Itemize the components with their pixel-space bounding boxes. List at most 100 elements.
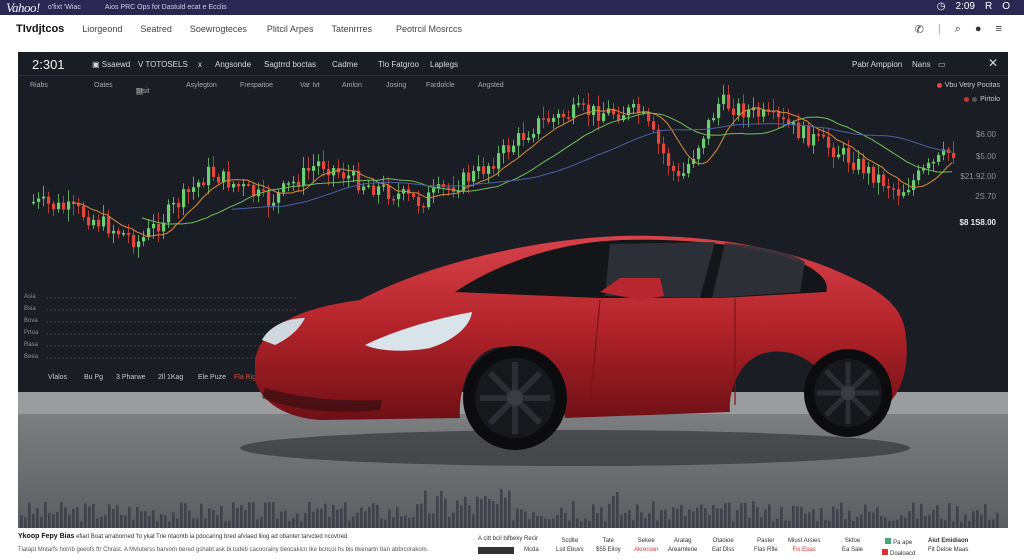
top-link[interactable]: Aios PRC Ops fot Dastuld ecat e Ecclis — [105, 4, 227, 11]
candle[interactable] — [952, 152, 956, 159]
candle[interactable] — [837, 154, 841, 158]
candle[interactable] — [532, 133, 536, 138]
top-letter[interactable]: O — [1002, 1, 1010, 12]
candle[interactable] — [312, 166, 316, 171]
candle[interactable] — [497, 153, 501, 169]
candle[interactable] — [847, 148, 851, 163]
candle[interactable] — [812, 134, 816, 146]
candle[interactable] — [872, 166, 876, 183]
candle[interactable] — [842, 148, 846, 155]
candle[interactable] — [472, 170, 476, 182]
candle[interactable] — [187, 189, 191, 192]
candle[interactable] — [122, 233, 126, 235]
candle[interactable] — [882, 174, 886, 187]
candle[interactable] — [722, 94, 726, 104]
indicator-label[interactable]: 2ll 1Kag — [158, 374, 183, 381]
candle[interactable] — [857, 158, 861, 170]
candle[interactable] — [897, 189, 901, 196]
candle[interactable] — [852, 162, 856, 170]
candle[interactable] — [542, 118, 546, 120]
nav-item[interactable]: Plitcil Arpes — [267, 24, 314, 34]
candle[interactable] — [102, 216, 106, 227]
candle[interactable] — [832, 147, 836, 158]
candle[interactable] — [287, 183, 291, 185]
candle[interactable] — [297, 181, 301, 187]
candle[interactable] — [747, 110, 751, 118]
candle[interactable] — [182, 189, 186, 208]
indicator-label[interactable]: Ele Puze — [198, 374, 226, 381]
candle[interactable] — [137, 241, 141, 248]
candle[interactable] — [222, 171, 226, 183]
candle[interactable] — [742, 103, 746, 118]
candle[interactable] — [417, 196, 421, 207]
candle[interactable] — [247, 184, 251, 186]
candle[interactable] — [467, 172, 471, 182]
candle[interactable] — [142, 237, 146, 242]
candle[interactable] — [727, 94, 731, 109]
candle[interactable] — [82, 206, 86, 218]
candle[interactable] — [487, 166, 491, 174]
footer-col[interactable]: Tate $55 Eiloy — [596, 538, 621, 553]
candle[interactable] — [412, 193, 416, 197]
candle[interactable] — [172, 202, 176, 205]
candle[interactable] — [87, 217, 91, 226]
candle[interactable] — [342, 172, 346, 179]
candle[interactable] — [602, 113, 606, 121]
candle[interactable] — [672, 165, 676, 171]
footer-col[interactable]: Scdlte Lsit Ebuvs — [556, 538, 584, 553]
candle[interactable] — [517, 133, 521, 146]
footer-col[interactable]: Skfoe Ea Sale — [842, 538, 863, 553]
candle[interactable] — [597, 106, 601, 121]
candle[interactable] — [317, 161, 321, 167]
candle[interactable] — [902, 192, 906, 196]
candle[interactable] — [307, 167, 311, 171]
candle[interactable] — [62, 202, 66, 210]
candle[interactable] — [892, 188, 896, 190]
footer-col[interactable]: Aratag Arearnlene — [668, 538, 697, 553]
candle[interactable] — [227, 171, 231, 188]
candle[interactable] — [112, 230, 116, 234]
candle[interactable] — [877, 174, 881, 183]
footer-title[interactable]: Ykoop Fepy Bias — [18, 533, 74, 540]
candle[interactable] — [477, 166, 481, 171]
candle[interactable] — [687, 163, 691, 174]
candle[interactable] — [697, 148, 701, 160]
candle[interactable] — [632, 104, 636, 108]
candle[interactable] — [67, 201, 71, 210]
candle[interactable] — [322, 161, 326, 170]
candle[interactable] — [132, 234, 136, 248]
candle[interactable] — [372, 185, 376, 195]
candle[interactable] — [427, 192, 431, 208]
candle[interactable] — [392, 199, 396, 201]
candle[interactable] — [737, 103, 741, 116]
nav-item[interactable]: Liorgeond — [82, 24, 122, 34]
candle[interactable] — [212, 166, 216, 177]
user-icon[interactable]: ● — [975, 23, 982, 36]
candle[interactable] — [652, 121, 656, 130]
candle[interactable] — [827, 136, 831, 148]
candle[interactable] — [302, 167, 306, 187]
candle[interactable] — [262, 189, 266, 191]
candle[interactable] — [732, 108, 736, 116]
indicator-label[interactable]: 3 Pharwe — [116, 374, 146, 381]
candle[interactable] — [157, 223, 161, 232]
candlestick-chart[interactable] — [18, 52, 1008, 408]
phone-icon[interactable]: ✆ — [915, 23, 924, 36]
candle[interactable] — [492, 166, 496, 169]
candle[interactable] — [562, 113, 566, 118]
candle[interactable] — [482, 166, 486, 174]
candle[interactable] — [202, 182, 206, 186]
candle[interactable] — [432, 188, 436, 193]
nav-item[interactable]: Seatred — [140, 24, 172, 34]
candle[interactable] — [677, 170, 681, 176]
candle[interactable] — [582, 103, 586, 105]
candle[interactable] — [347, 175, 351, 179]
candle[interactable] — [502, 145, 506, 154]
candle[interactable] — [637, 104, 641, 113]
candle[interactable] — [682, 173, 686, 176]
candle[interactable] — [127, 233, 131, 235]
candle[interactable] — [807, 125, 811, 146]
candle[interactable] — [867, 166, 871, 174]
candle[interactable] — [167, 204, 171, 223]
candle[interactable] — [507, 145, 511, 153]
